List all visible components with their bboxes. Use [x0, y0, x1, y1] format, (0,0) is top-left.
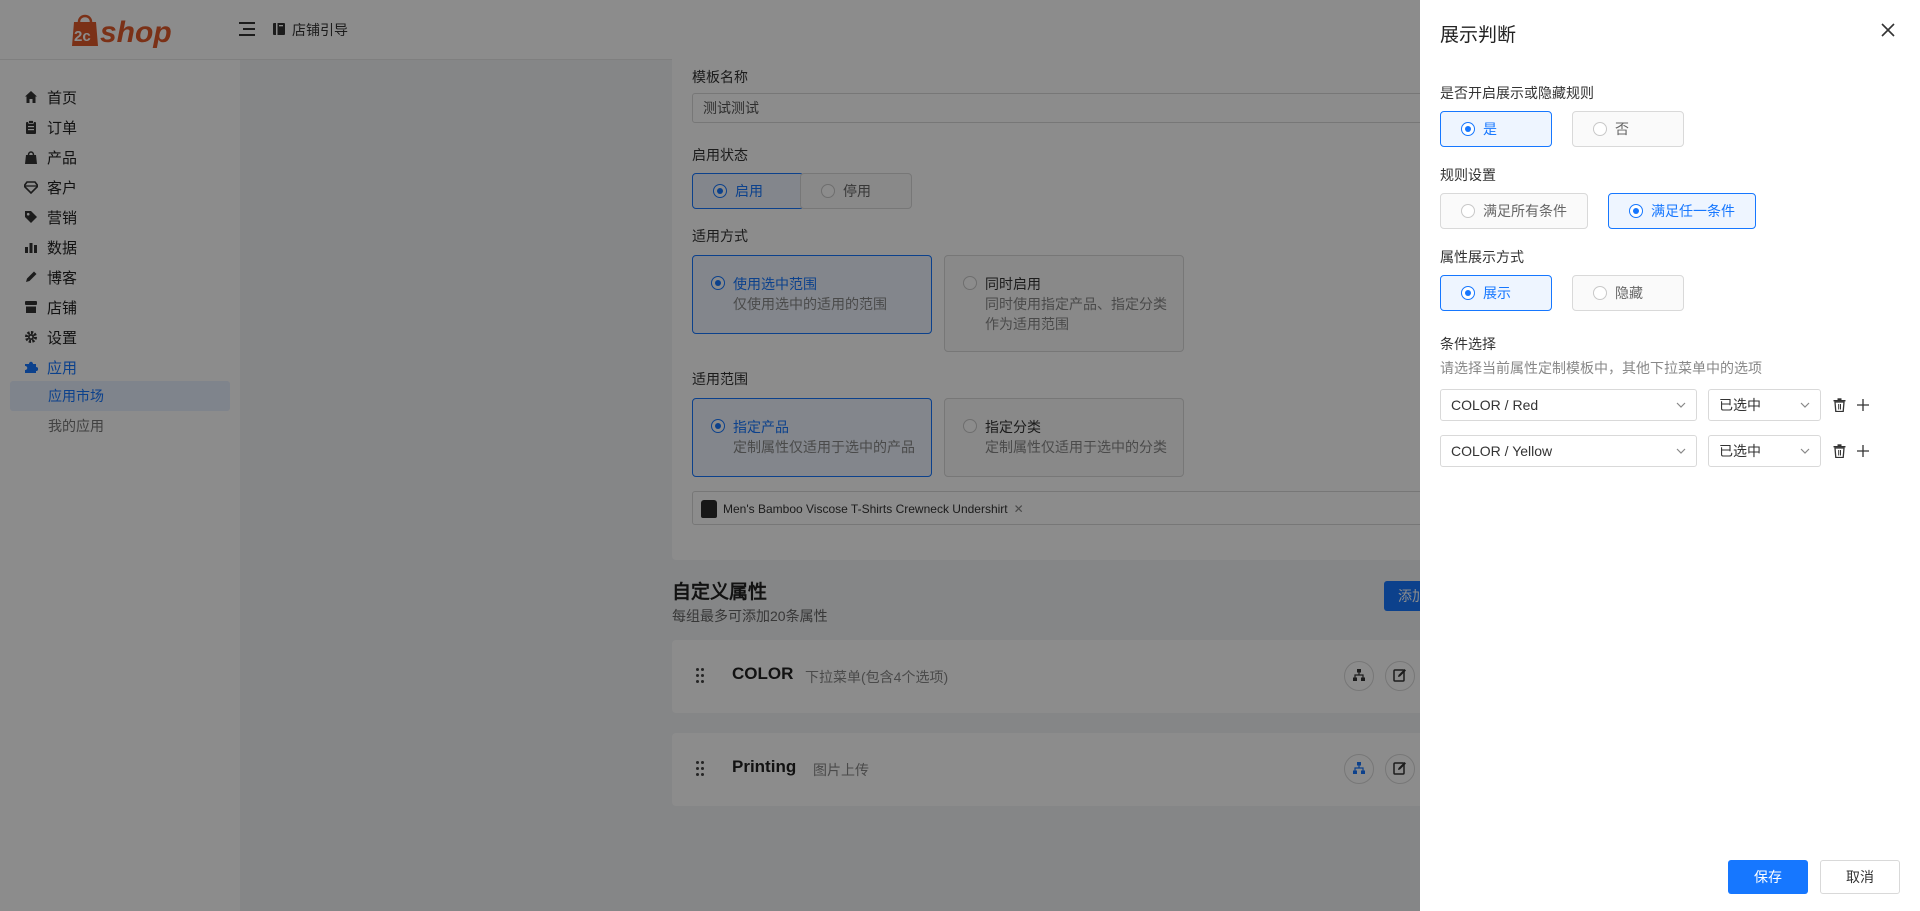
display-rule-drawer: 展示判断 是否开启展示或隐藏规则 是 否 规则设置 满足所有条件 满足任一条件 …: [1420, 0, 1920, 911]
condition-option-select[interactable]: COLOR / Yellow: [1440, 435, 1697, 467]
chevron-down-icon: [1800, 443, 1810, 459]
condition-select-label: 条件选择: [1440, 336, 1496, 352]
plus-icon[interactable]: [1855, 397, 1871, 413]
close-icon[interactable]: [1878, 20, 1898, 40]
display-show-label: 展示: [1483, 285, 1511, 301]
condition-option-select[interactable]: COLOR / Red: [1440, 389, 1697, 421]
enable-no-radio[interactable]: 否: [1572, 111, 1684, 147]
radio-dot: [1629, 204, 1643, 218]
chevron-down-icon: [1800, 397, 1810, 413]
rule-settings-label: 规则设置: [1440, 167, 1496, 183]
plus-icon[interactable]: [1855, 443, 1871, 459]
condition-state-select[interactable]: 已选中: [1708, 435, 1821, 467]
rule-any-condition-radio[interactable]: 满足任一条件: [1608, 193, 1756, 229]
trash-icon[interactable]: [1831, 443, 1847, 459]
rule-all-label: 满足所有条件: [1483, 203, 1567, 219]
rule-any-label: 满足任一条件: [1651, 203, 1735, 219]
condition-help-text: 请选择当前属性定制模板中，其他下拉菜单中的选项: [1440, 360, 1762, 376]
select-value: COLOR / Red: [1451, 397, 1539, 413]
enable-yes-label: 是: [1483, 121, 1497, 137]
radio-dot: [1461, 286, 1475, 300]
chevron-down-icon: [1676, 443, 1686, 459]
radio-dot: [1593, 286, 1607, 300]
display-mode-label: 属性展示方式: [1440, 249, 1524, 265]
cancel-button[interactable]: 取消: [1820, 860, 1900, 894]
display-hide-radio[interactable]: 隐藏: [1572, 275, 1684, 311]
drawer-title: 展示判断: [1440, 25, 1517, 46]
trash-icon[interactable]: [1831, 397, 1847, 413]
enable-no-label: 否: [1615, 121, 1629, 137]
select-value: 已选中: [1719, 397, 1761, 413]
rule-all-conditions-radio[interactable]: 满足所有条件: [1440, 193, 1588, 229]
save-button[interactable]: 保存: [1728, 860, 1808, 894]
radio-dot: [1593, 122, 1607, 136]
enable-rule-label: 是否开启展示或隐藏规则: [1440, 85, 1594, 101]
select-value: 已选中: [1719, 443, 1761, 459]
radio-dot: [1461, 204, 1475, 218]
select-value: COLOR / Yellow: [1451, 443, 1553, 459]
radio-dot: [1461, 122, 1475, 136]
enable-yes-radio[interactable]: 是: [1440, 111, 1552, 147]
condition-state-select[interactable]: 已选中: [1708, 389, 1821, 421]
chevron-down-icon: [1676, 397, 1686, 413]
display-hide-label: 隐藏: [1615, 285, 1643, 301]
display-show-radio[interactable]: 展示: [1440, 275, 1552, 311]
